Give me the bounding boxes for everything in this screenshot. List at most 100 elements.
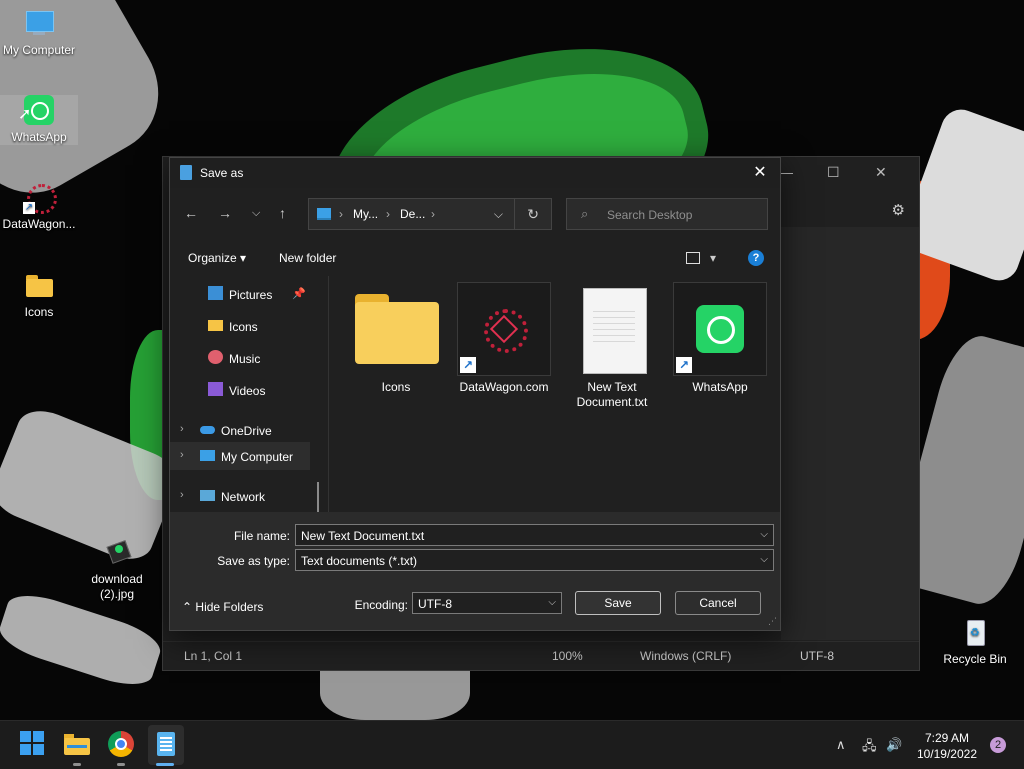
save-as-type-value: Text documents (*.txt): [301, 554, 418, 568]
desktop-icon-download-jpg[interactable]: download (2).jpg: [78, 537, 156, 602]
save-as-type-label: Save as type:: [217, 554, 290, 568]
chevron-up-icon: ⌃: [182, 600, 193, 614]
folder-icon: [349, 282, 443, 376]
active-indicator: [156, 763, 174, 766]
notepad-text-area[interactable]: [781, 227, 919, 640]
nav-item-pictures[interactable]: Pictures 📌: [170, 280, 328, 308]
desktop-icon-whatsapp[interactable]: WhatsApp: [0, 95, 78, 145]
file-name-input[interactable]: New Text Document.txt ⌵: [295, 524, 774, 546]
chevron-up-icon[interactable]: ∧: [836, 737, 846, 753]
breadcrumb-my-computer[interactable]: My...: [353, 207, 378, 221]
forward-arrow-icon[interactable]: →: [218, 205, 232, 221]
network-icon[interactable]: 🖧: [862, 737, 877, 759]
volume-icon[interactable]: 🔊: [886, 737, 902, 753]
file-item-new-text-document[interactable]: New Text Document.txt: [564, 282, 660, 410]
desktop-icon-recycle-bin[interactable]: ♻ Recycle Bin: [936, 617, 1014, 667]
file-name: WhatsApp: [692, 380, 748, 394]
up-arrow-icon[interactable]: ↑: [279, 205, 286, 221]
chevron-down-icon[interactable]: ⌵: [760, 554, 768, 565]
chevron-right-icon[interactable]: ›: [180, 489, 184, 501]
close-icon[interactable]: ✕: [875, 164, 887, 181]
datawagon-logo-icon: ↗: [23, 182, 57, 214]
hide-folders-button[interactable]: ⌃ Hide Folders: [182, 600, 263, 614]
command-bar: Organize ▾ New folder ▾ ?: [170, 240, 780, 276]
running-indicator: [73, 763, 81, 766]
file-explorer-icon[interactable]: [64, 731, 90, 757]
address-bar[interactable]: › My... › De... › ⌵ ↻: [308, 198, 552, 230]
desktop-icon-datawagon[interactable]: ↗ DataWagon...: [0, 182, 78, 232]
hide-folders-label: Hide Folders: [195, 600, 264, 614]
chevron-down-icon[interactable]: ⌵: [494, 207, 503, 222]
file-name: DataWagon.com: [459, 380, 549, 394]
nav-item-network[interactable]: › Network: [170, 482, 328, 510]
notepad-titlebar: — ☐ ✕: [779, 157, 919, 187]
windows-start-icon[interactable]: [20, 731, 46, 757]
chevron-down-icon[interactable]: ⌵: [548, 597, 556, 608]
view-options-icon[interactable]: [686, 252, 700, 264]
desktop-icon-label: DataWagon...: [2, 217, 76, 231]
chrome-icon[interactable]: [108, 731, 134, 757]
encoding-select[interactable]: UTF-8 ⌵: [412, 592, 562, 614]
file-item-icons-folder[interactable]: Icons: [348, 282, 444, 395]
minimize-icon[interactable]: —: [779, 164, 793, 180]
cloud-icon: [200, 426, 215, 434]
gear-icon[interactable]: ⚙: [892, 201, 905, 219]
refresh-icon[interactable]: ↻: [527, 206, 539, 223]
desktop-icon-label: My Computer: [2, 43, 76, 57]
nav-pane-scrollbar[interactable]: [317, 482, 319, 512]
nav-item-music[interactable]: Music: [170, 344, 328, 372]
help-button[interactable]: ?: [748, 250, 764, 266]
file-name-value: New Text Document.txt: [301, 529, 425, 543]
mouse-cursor-icon: ➚: [18, 106, 32, 123]
nav-item-icons[interactable]: Icons: [170, 312, 328, 340]
shortcut-arrow-icon: ↗: [676, 357, 692, 373]
navigation-bar: ← → ⌵ ↑ › My... › De... › ⌵ ↻ ⌕ Search D…: [170, 190, 780, 238]
status-position: Ln 1, Col 1: [184, 649, 243, 663]
encoding-label: Encoding:: [354, 598, 408, 612]
close-button[interactable]: ✕: [748, 162, 772, 182]
maximize-icon[interactable]: ☐: [827, 164, 840, 181]
breadcrumb-desktop[interactable]: De...: [400, 207, 425, 221]
chevron-down-icon[interactable]: ⌵: [760, 529, 768, 540]
encoding-value: UTF-8: [418, 597, 452, 611]
save-button[interactable]: Save: [575, 591, 661, 615]
view-chevron-icon[interactable]: ▾: [710, 251, 716, 265]
nav-item-label: My Computer: [221, 450, 294, 464]
notepad-icon: [180, 165, 192, 180]
chevron-right-icon[interactable]: ›: [180, 449, 184, 461]
notepad-icon[interactable]: [153, 731, 179, 757]
dialog-title: Save as: [200, 166, 244, 180]
nav-item-my-computer[interactable]: › My Computer: [170, 442, 310, 470]
computer-icon: [317, 208, 331, 220]
clock-date: 10/19/2022: [916, 747, 977, 761]
file-name: New Text Document.txt: [576, 380, 648, 409]
recent-chevron-icon[interactable]: ⌵: [252, 207, 260, 220]
monitor-icon: [23, 8, 55, 40]
resize-grip-icon[interactable]: ⋰: [768, 616, 777, 627]
save-as-type-select[interactable]: Text documents (*.txt) ⌵: [295, 549, 774, 571]
file-item-whatsapp[interactable]: ↗ WhatsApp: [672, 282, 768, 395]
chevron-right-icon[interactable]: ›: [180, 423, 184, 435]
nav-item-videos[interactable]: Videos: [170, 376, 328, 404]
file-item-datawagon[interactable]: ↗ DataWagon.com: [456, 282, 552, 395]
new-folder-button[interactable]: New folder: [279, 251, 336, 265]
notification-badge[interactable]: 2: [990, 737, 1006, 753]
save-options-panel: File name: New Text Document.txt ⌵ Save …: [170, 512, 780, 630]
folder-icon: [23, 270, 55, 302]
whatsapp-icon: ↗: [673, 282, 767, 376]
desktop-icon-label: WhatsApp: [11, 130, 67, 144]
desktop-icon-icons-folder[interactable]: Icons: [0, 270, 78, 320]
desktop-icon-my-computer[interactable]: My Computer: [0, 8, 78, 58]
nav-item-label: Videos: [229, 384, 266, 398]
nav-item-label: Pictures: [229, 288, 273, 302]
pin-icon: 📌: [292, 288, 306, 300]
nav-item-onedrive[interactable]: › OneDrive: [170, 416, 328, 444]
system-clock[interactable]: 7:29 AM 10/19/2022: [917, 730, 977, 762]
music-icon: [208, 350, 223, 364]
back-arrow-icon[interactable]: ←: [184, 205, 198, 221]
recycle-bin-icon: ♻: [959, 617, 991, 649]
search-box[interactable]: ⌕ Search Desktop: [566, 198, 768, 230]
organize-button[interactable]: Organize ▾: [188, 251, 246, 265]
cancel-button[interactable]: Cancel: [675, 591, 761, 615]
clock-time: 7:29 AM: [924, 731, 969, 745]
